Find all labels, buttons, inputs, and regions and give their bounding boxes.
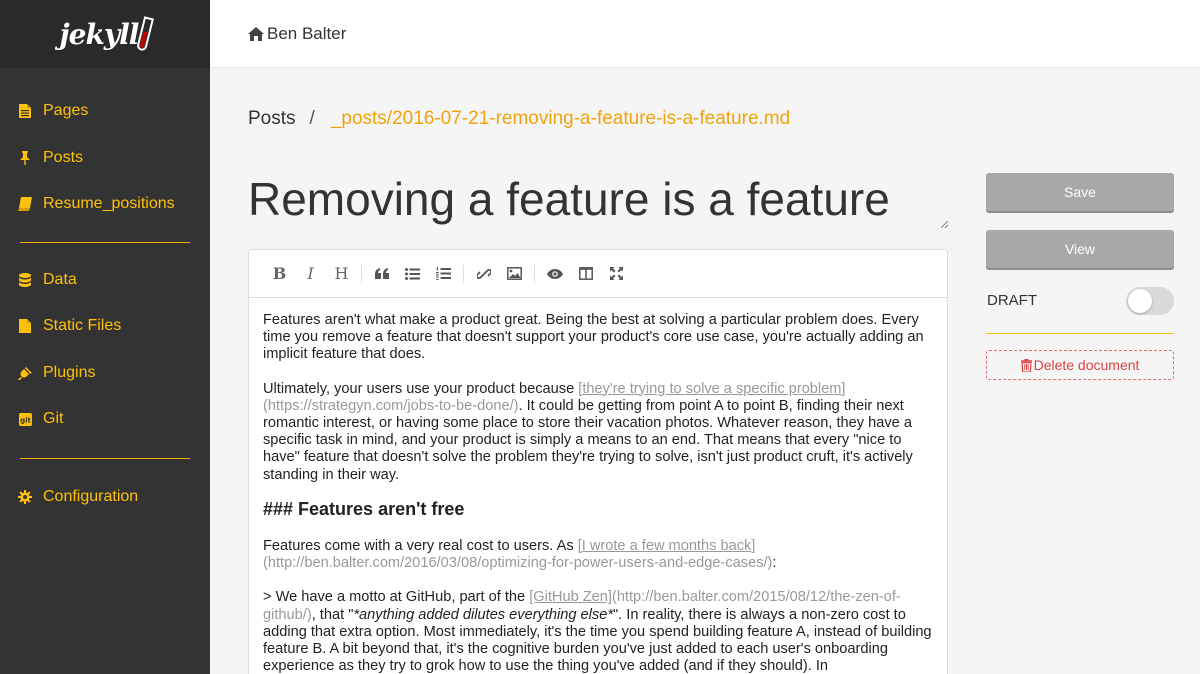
markdown-link[interactable]: [they're trying to solve a specific prob… [578, 381, 845, 397]
columns-icon [578, 267, 593, 280]
sidebar-item-label: Plugins [43, 363, 96, 381]
italic-button[interactable]: I [295, 259, 326, 289]
paragraph: Features come with a very real cost to u… [263, 538, 933, 572]
paragraph-text: Features come with a very real cost to u… [263, 538, 578, 555]
logo[interactable]: jekyll [0, 0, 210, 68]
breadcrumb: Posts / _posts/2016-07-21-removing-a-featu… [248, 108, 790, 130]
sidebar-item-label: Resume_positions [43, 195, 175, 213]
sidebar-item-static-files[interactable]: Static Files [0, 303, 210, 350]
quote-button[interactable] [366, 259, 397, 289]
sidebar: jekyll Pages Posts Resume_positions Data… [0, 0, 210, 674]
resize-grip-icon[interactable] [940, 220, 948, 228]
list-icon [405, 267, 420, 280]
book-icon [18, 197, 32, 212]
quote-icon [374, 268, 389, 279]
markdown-link[interactable]: [GitHub Zen] [529, 589, 612, 605]
sidebar-divider [20, 241, 190, 243]
eye-icon [546, 268, 563, 279]
italic-icon: I [307, 264, 314, 283]
editor-toolbar: B I H [249, 250, 947, 298]
toolbar-separator [361, 264, 362, 283]
markdown-url: (https://strategyn.com/jobs-to-be-done/) [263, 397, 519, 414]
view-button[interactable]: View [986, 230, 1174, 268]
emphasis-text: *anything added dilutes everything else* [353, 606, 613, 623]
link-icon [476, 268, 491, 279]
panel-divider [986, 333, 1174, 334]
sidebar-item-git[interactable]: git Git [0, 396, 210, 443]
sidebar-item-data[interactable]: Data [0, 257, 210, 304]
sidebar-item-label: Static Files [43, 317, 122, 335]
logo-text: jekyll [59, 17, 140, 51]
paragraph-text: , that " [311, 606, 354, 623]
paragraph-text: : [772, 555, 777, 572]
heading-icon: H [334, 264, 349, 283]
toggle-knob [1128, 289, 1152, 313]
delete-document-button[interactable]: Delete document [986, 350, 1174, 380]
markdown-heading: ### Features aren't free [263, 498, 465, 519]
paragraph-text: > We have a motto at GitHub, part of the [263, 589, 530, 606]
svg-text:git: git [20, 416, 31, 424]
breadcrumb-separator: / [309, 108, 315, 129]
trash-icon [1020, 358, 1032, 372]
markdown-url: (http://ben.balter.com/2016/03/08/optimi… [263, 555, 773, 572]
breadcrumb-path: _posts/2016-07-21-removing-a-feature-is-… [330, 108, 791, 129]
draft-toggle[interactable] [1126, 287, 1174, 315]
sidebar-item-plugins[interactable]: Plugins [0, 350, 210, 397]
sidebar-nav: Pages Posts Resume_positions Data Static… [0, 68, 210, 520]
git-icon: git [18, 412, 32, 426]
database-icon [18, 272, 32, 287]
sidebar-item-resume-positions[interactable]: Resume_positions [0, 181, 210, 228]
toolbar-separator [534, 264, 535, 283]
breadcrumb-section-link[interactable]: Posts [248, 108, 296, 129]
heading-button[interactable]: H [326, 259, 357, 289]
paragraph: Ultimately, your users use your product … [263, 381, 933, 484]
sidebar-divider [20, 457, 190, 459]
sidebar-item-configuration[interactable]: Configuration [0, 474, 210, 521]
delete-label: Delete document [1033, 357, 1140, 373]
title-field[interactable]: Removing a feature is a feature [248, 168, 948, 230]
preview-button[interactable] [539, 259, 570, 289]
blockquote-paragraph: > We have a motto at GitHub, part of the… [263, 589, 933, 674]
paragraph-text: Features aren't what make a product grea… [263, 312, 924, 363]
sidebar-item-label: Configuration [43, 487, 139, 505]
post-title[interactable]: Removing a feature is a feature [248, 168, 948, 230]
image-button[interactable] [499, 259, 530, 289]
sidebar-item-label: Pages [43, 102, 89, 120]
test-tube-icon [136, 16, 155, 52]
draft-label: DRAFT [987, 292, 1037, 309]
toolbar-separator [463, 264, 464, 283]
ordered-list-button[interactable] [428, 259, 459, 289]
markdown-link[interactable]: [I wrote a few months back] [578, 538, 756, 554]
thumbtack-icon [18, 150, 32, 165]
side-by-side-button[interactable] [570, 259, 601, 289]
paragraph-text: Ultimately, your users use your product … [263, 380, 579, 397]
topbar: Ben Balter [210, 0, 1200, 68]
sidebar-item-label: Data [43, 270, 77, 288]
link-button[interactable] [468, 259, 499, 289]
site-name-link[interactable]: Ben Balter [267, 24, 346, 44]
sidebar-item-pages[interactable]: Pages [0, 88, 210, 135]
file-icon [18, 319, 32, 334]
save-button[interactable]: Save [986, 173, 1174, 211]
sidebar-item-label: Posts [43, 148, 84, 166]
fullscreen-button[interactable] [601, 259, 632, 289]
editor-content[interactable]: Features aren't what make a product grea… [249, 298, 947, 674]
home-icon[interactable] [248, 26, 264, 41]
gear-icon [18, 489, 32, 504]
image-icon [507, 267, 522, 280]
ordered-list-icon [436, 267, 451, 280]
bold-icon: B [272, 264, 287, 283]
file-icon [18, 104, 32, 119]
bold-button[interactable]: B [264, 259, 295, 289]
sidebar-item-posts[interactable]: Posts [0, 135, 210, 182]
sidebar-item-label: Git [43, 410, 64, 428]
markdown-editor: B I H Features aren't what make a produc… [248, 249, 948, 674]
unordered-list-button[interactable] [397, 259, 428, 289]
fullscreen-icon [610, 267, 623, 280]
plug-icon [18, 366, 32, 380]
paragraph: Features aren't what make a product grea… [263, 312, 933, 364]
